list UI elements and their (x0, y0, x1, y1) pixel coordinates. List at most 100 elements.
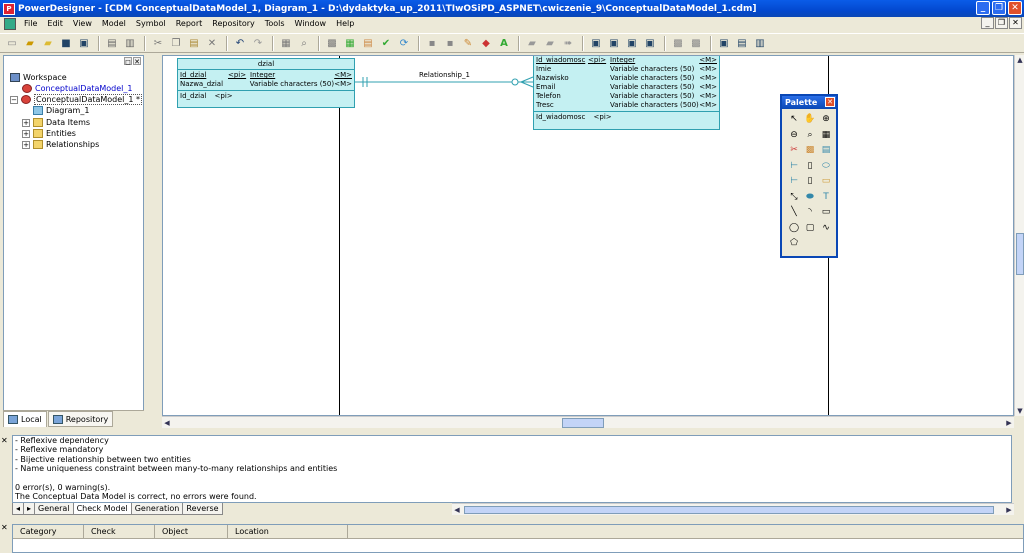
menu-report[interactable]: Report (171, 17, 208, 31)
package-icon[interactable]: ▩ (802, 143, 818, 159)
collapse-icon[interactable]: − (10, 95, 18, 104)
zoom-in-icon[interactable]: ⊕ (818, 112, 834, 128)
open-diagram-icon[interactable]: ⌕ (802, 128, 818, 144)
new-icon[interactable]: ▭ (4, 35, 20, 51)
relationship-label[interactable]: Relationship_1 (419, 71, 470, 79)
arrange-icon[interactable]: ▰ (524, 35, 540, 51)
arrange-icon[interactable]: ➠ (560, 35, 576, 51)
find-icon[interactable]: ⌕ (296, 35, 312, 51)
doc-restore-icon[interactable]: ❐ (995, 17, 1008, 29)
print-preview-icon[interactable]: ▤ (104, 35, 120, 51)
app-icon[interactable]: P (3, 2, 15, 15)
pen-icon[interactable]: ✎ (460, 35, 476, 51)
tree-item-data-items[interactable]: + Data Items (22, 117, 90, 128)
association-icon[interactable]: ⊢ (786, 174, 802, 190)
diagram-icon[interactable]: ▤ (360, 35, 376, 51)
grid-icon[interactable]: ▪ (424, 35, 440, 51)
properties-icon[interactable]: ▦ (818, 128, 834, 144)
menu-symbol[interactable]: Symbol (131, 17, 171, 31)
palette-toggle-icon[interactable]: ▣ (716, 35, 732, 51)
tab-general[interactable]: General (34, 503, 74, 515)
zoom-out-icon[interactable]: ▩ (688, 35, 704, 51)
tab-generation[interactable]: Generation (130, 503, 184, 515)
arc-icon[interactable]: ◝ (802, 205, 818, 221)
tree-item-entities[interactable]: + Entities (22, 128, 76, 139)
relationship-icon[interactable]: ⊢ (786, 159, 802, 175)
close-icon[interactable]: ✕ (133, 57, 141, 66)
note-icon[interactable]: ▯ (802, 159, 818, 175)
scroll-down-icon[interactable]: ▼ (1015, 406, 1024, 416)
delete-icon[interactable]: ✂ (786, 143, 802, 159)
scroll-thumb[interactable] (562, 418, 604, 428)
align-icon[interactable]: ▪ (442, 35, 458, 51)
tree-item-diagram[interactable]: Diagram_1 (33, 105, 89, 116)
cut-icon[interactable]: ✂ (150, 35, 166, 51)
scroll-right-icon[interactable]: ▶ (1004, 505, 1014, 515)
zoom-out-icon[interactable]: ⊖ (786, 128, 802, 144)
open-project-icon[interactable]: ▰ (22, 35, 38, 51)
line-icon[interactable]: ╲ (786, 205, 802, 221)
file-icon[interactable]: ▯ (802, 174, 818, 190)
column-header-location[interactable]: Location (228, 525, 348, 538)
document-icon[interactable] (4, 18, 16, 30)
tab-reverse[interactable]: Reverse (182, 503, 223, 515)
close-icon[interactable]: ✕ (1008, 1, 1022, 15)
menu-window[interactable]: Window (290, 17, 332, 31)
entity-dzial[interactable]: dzial Id_dzial <pi> Integer <M> Nazwa_dz… (177, 58, 355, 108)
redo-icon[interactable]: ↷ (250, 35, 266, 51)
column-header-check[interactable]: Check (84, 525, 155, 538)
polygon-icon[interactable]: ⬠ (786, 236, 802, 252)
column-header-category[interactable]: Category (13, 525, 84, 538)
tab-local[interactable]: Local (3, 411, 47, 427)
font-icon[interactable]: A (496, 35, 512, 51)
print-icon[interactable]: ▥ (122, 35, 138, 51)
canvas-vertical-scrollbar[interactable]: ▲ ▼ (1014, 55, 1024, 416)
arrange-icon[interactable]: ▰ (542, 35, 558, 51)
model-icon[interactable]: ▦ (342, 35, 358, 51)
undo-icon[interactable]: ↶ (232, 35, 248, 51)
diagram-canvas[interactable]: dzial Id_dzial <pi> Integer <M> Nazwa_dz… (162, 55, 1014, 416)
refresh-icon[interactable]: ⟳ (396, 35, 412, 51)
scroll-thumb[interactable] (464, 506, 994, 514)
menu-model[interactable]: Model (97, 17, 131, 31)
fill-color-icon[interactable]: ◆ (478, 35, 494, 51)
text-icon[interactable]: T (818, 190, 834, 206)
column-header-object[interactable]: Object (155, 525, 228, 538)
oval-button-icon[interactable]: ⬬ (802, 190, 818, 206)
save-icon[interactable]: ■ (58, 35, 74, 51)
check-model-icon[interactable]: ✔ (378, 35, 394, 51)
view-icon[interactable]: ▥ (752, 35, 768, 51)
browser-toggle-icon[interactable]: ▣ (588, 35, 604, 51)
expand-icon[interactable]: + (22, 129, 30, 138)
inheritance-icon[interactable]: ⬭ (818, 159, 834, 175)
restore-icon[interactable]: ❐ (992, 1, 1006, 15)
result-toggle-icon[interactable]: ▣ (624, 35, 640, 51)
window-toggle-icon[interactable]: ▣ (642, 35, 658, 51)
rounded-rectangle-icon[interactable]: ▢ (802, 221, 818, 237)
menu-file[interactable]: File (19, 17, 42, 31)
tree-item-model-closed[interactable]: ConceptualDataModel_1 (22, 83, 133, 94)
save-all-icon[interactable]: ▣ (76, 35, 92, 51)
grabber-icon[interactable]: ✋ (802, 112, 818, 128)
pin-icon[interactable]: ◻ (124, 57, 132, 66)
menu-tools[interactable]: Tools (260, 17, 290, 31)
menu-view[interactable]: View (68, 17, 97, 31)
entity-wiadomosc[interactable]: Id_wiadomosc <pi> Integer <M> Imie Varia… (533, 56, 720, 130)
tab-repository[interactable]: Repository (47, 411, 114, 427)
link-icon[interactable]: ⤡ (786, 190, 802, 206)
palette-close-icon[interactable]: ✕ (825, 97, 835, 107)
folder-icon[interactable]: ▭ (818, 174, 834, 190)
output-close-icon[interactable]: ✕ (1, 436, 8, 445)
scroll-left-icon[interactable]: ◀ (452, 505, 462, 515)
rectangle-icon[interactable]: ▭ (818, 205, 834, 221)
expand-icon[interactable]: + (22, 140, 30, 149)
doc-close-icon[interactable]: ✕ (1009, 17, 1022, 29)
delete-icon[interactable]: ✕ (204, 35, 220, 51)
scroll-right-icon[interactable]: ▶ (1004, 418, 1014, 428)
scroll-up-icon[interactable]: ▲ (1015, 55, 1024, 65)
tree-item-model-open[interactable]: − ConceptualDataModel_1 * (10, 94, 143, 105)
result-list-close-icon[interactable]: ✕ (1, 523, 8, 532)
scroll-thumb[interactable] (1016, 233, 1024, 275)
toolbox-icon[interactable]: ▤ (734, 35, 750, 51)
canvas-horizontal-scrollbar[interactable]: ◀ ▶ (162, 416, 1014, 428)
